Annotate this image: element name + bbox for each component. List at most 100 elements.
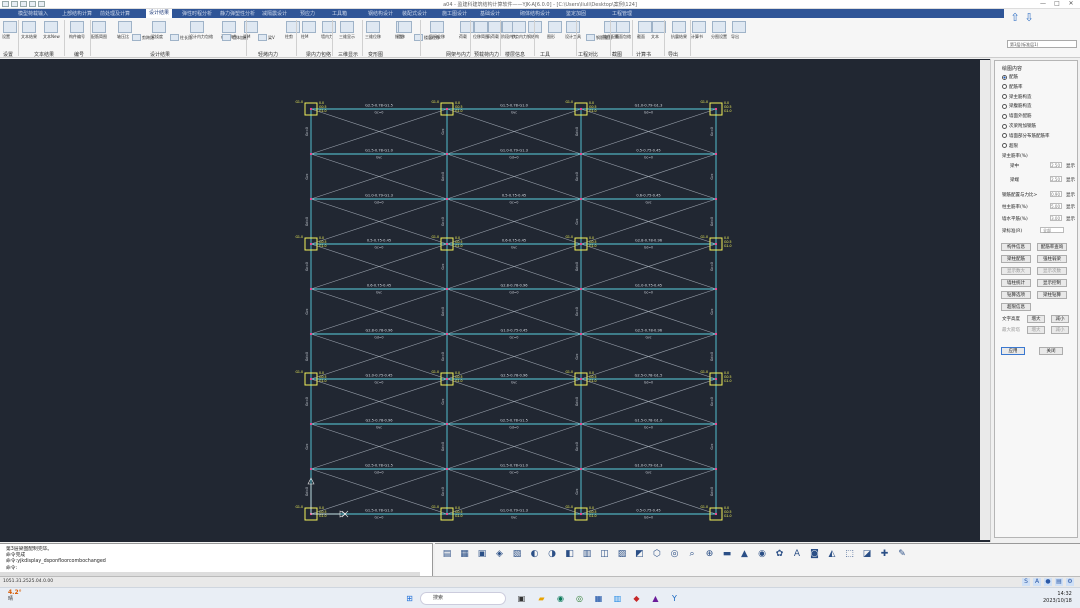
- tab-14[interactable]: 鉴定加固: [566, 10, 586, 17]
- view-tool-17-icon[interactable]: ▲: [739, 548, 751, 560]
- yjk-app-icon[interactable]: Y: [669, 593, 680, 604]
- dim-smaller-button[interactable]: 减小: [1051, 326, 1069, 334]
- ime-icon[interactable]: S: [1022, 578, 1030, 586]
- radio-option-6[interactable]: 墙面部分布筋配筋率: [1002, 133, 1050, 139]
- combo-select[interactable]: 全部: [1040, 227, 1064, 233]
- ribbon-btn-33-icon[interactable]: [616, 21, 630, 33]
- floor-select[interactable]: 第3层(标准层1): [1007, 40, 1077, 48]
- ribbon-btn-37-label[interactable]: 计算书: [691, 34, 703, 39]
- row-value-1[interactable]: 2.50: [1050, 176, 1062, 182]
- ribbon-btn-29-icon[interactable]: [548, 21, 562, 33]
- ribbon-btn-16-icon[interactable]: [322, 21, 336, 33]
- ribbon-btn-14-icon[interactable]: [286, 21, 300, 33]
- ribbon-btn-30-icon[interactable]: [566, 21, 580, 33]
- tab-10[interactable]: 装配式设计: [402, 10, 427, 17]
- view-tool-19-icon[interactable]: ✿: [774, 548, 786, 560]
- ribbon-btn-13-label[interactable]: 梁V: [268, 35, 275, 40]
- ribbon-btn-27-icon[interactable]: [512, 21, 526, 33]
- radio-circle-icon[interactable]: [1002, 94, 1007, 100]
- view-tool-11-icon[interactable]: ◩: [634, 548, 646, 560]
- minimize-button[interactable]: —: [1036, 0, 1050, 8]
- mic-icon[interactable]: ●: [1044, 578, 1052, 586]
- radio-circle-icon[interactable]: [1002, 84, 1007, 90]
- chrome-icon[interactable]: ◎: [574, 593, 585, 604]
- ribbon-btn-6-icon[interactable]: [132, 34, 141, 41]
- radio-option-5[interactable]: 次梁附加钢筋: [1002, 123, 1036, 129]
- row-check-2[interactable]: 显示: [1066, 192, 1075, 198]
- view-tool-20-icon[interactable]: A: [791, 548, 803, 560]
- close-panel-button[interactable]: 关闭: [1039, 347, 1063, 355]
- apply-button[interactable]: 应用: [1001, 347, 1025, 355]
- panel-button-5[interactable]: 显示次数: [1037, 267, 1067, 275]
- row-check-3[interactable]: 显示: [1066, 204, 1075, 210]
- ribbon-btn-5-icon[interactable]: [118, 21, 132, 33]
- ribbon-btn-9-label[interactable]: 设计内力包络: [189, 34, 213, 39]
- ribbon-btn-4-icon[interactable]: [92, 21, 106, 33]
- tab-15[interactable]: 工程管理: [612, 10, 632, 17]
- panel-button-2[interactable]: 梁柱配筋: [1001, 255, 1031, 263]
- ribbon-btn-28-icon[interactable]: [528, 21, 542, 33]
- floor-up-arrow-icon[interactable]: ⇧: [1010, 12, 1020, 23]
- view-tool-13-icon[interactable]: ◎: [669, 548, 681, 560]
- radio-option-3[interactable]: 梁腹筋构造: [1002, 103, 1032, 109]
- view-tool-14-icon[interactable]: ⌕: [686, 548, 698, 560]
- tab-5[interactable]: 静力弹塑性分析: [220, 10, 255, 17]
- tab-0[interactable]: 模型荷载输入: [18, 10, 48, 17]
- radio-option-2[interactable]: 梁主筋构造: [1002, 94, 1032, 100]
- tab-13[interactable]: 砌体结构设计: [520, 10, 550, 17]
- app-icon-3[interactable]: ▲: [650, 593, 661, 604]
- ribbon-btn-20-label[interactable]: 位移: [397, 34, 405, 39]
- weather-widget[interactable]: 4.2° 晴: [8, 590, 22, 603]
- view-tool-10-icon[interactable]: ▨: [616, 548, 628, 560]
- view-tool-7-icon[interactable]: ◧: [564, 548, 576, 560]
- ribbon-btn-14-label[interactable]: 柱剪: [285, 34, 293, 39]
- ribbon-btn-17-label[interactable]: 三维显示: [339, 34, 355, 39]
- ribbon-btn-15-icon[interactable]: [302, 21, 316, 33]
- ribbon-btn-0-icon[interactable]: [3, 21, 17, 33]
- panel-button-9[interactable]: 梁柱钻算: [1037, 291, 1067, 299]
- row-check-0[interactable]: 显示: [1066, 163, 1075, 169]
- tab-8[interactable]: 工具箱: [332, 10, 347, 17]
- view-tool-25-icon[interactable]: ✚: [879, 548, 891, 560]
- ribbon-btn-18-label[interactable]: 三维位移: [365, 34, 381, 39]
- ribbon-btn-36-icon[interactable]: [672, 21, 686, 33]
- view-tool-8-icon[interactable]: ▥: [581, 548, 593, 560]
- ribbon-btn-39-icon[interactable]: [732, 21, 746, 33]
- view-tool-16-icon[interactable]: ▬: [721, 548, 733, 560]
- ribbon-btn-34-label[interactable]: 截面: [637, 34, 645, 39]
- lang-icon[interactable]: A: [1033, 578, 1041, 586]
- app-icon-1[interactable]: ▥: [612, 593, 623, 604]
- panel-button-4[interactable]: 显示数大: [1001, 267, 1031, 275]
- view-tool-22-icon[interactable]: ◭: [826, 548, 838, 560]
- ribbon-btn-13-icon[interactable]: [258, 34, 267, 41]
- ribbon-btn-4-label[interactable]: 配筋简图: [91, 34, 107, 39]
- tab-3[interactable]: 设计结果: [146, 9, 173, 18]
- ribbon-btn-8-icon[interactable]: [170, 34, 179, 41]
- tab-4[interactable]: 弹性时程分析: [182, 10, 212, 17]
- ribbon-btn-20-icon[interactable]: [398, 21, 412, 33]
- vertical-scrollbar[interactable]: [980, 60, 990, 540]
- text-bigger-button[interactable]: 增大: [1027, 315, 1045, 323]
- panel-button-0[interactable]: 构件信息: [1001, 243, 1031, 251]
- close-button[interactable]: ✕: [1064, 0, 1078, 8]
- taskbar-search[interactable]: 搜索: [420, 592, 506, 605]
- panel-button-6[interactable]: 墙柱统计: [1001, 279, 1031, 287]
- dim-bigger-button[interactable]: 增大: [1027, 326, 1045, 334]
- ribbon-btn-5-label[interactable]: 轴压比: [117, 34, 129, 39]
- panel-button-1[interactable]: 配筋率查询: [1037, 243, 1067, 251]
- ribbon-btn-25-label[interactable]: 风荷载: [487, 34, 499, 39]
- ribbon-btn-1-icon[interactable]: [22, 21, 36, 33]
- ribbon-btn-0-label[interactable]: 设置: [2, 34, 10, 39]
- view-tool-23-icon[interactable]: ⬚: [844, 548, 856, 560]
- row-value-4[interactable]: 3.00: [1050, 215, 1062, 221]
- ribbon-btn-39-label[interactable]: 导出: [731, 34, 739, 39]
- radio-option-0[interactable]: 配筋: [1002, 74, 1018, 80]
- ribbon-btn-3-label[interactable]: 构件编号: [69, 34, 85, 39]
- view-tool-0-icon[interactable]: ▤: [441, 548, 453, 560]
- ribbon-btn-10-icon[interactable]: [222, 21, 236, 33]
- settings-icon[interactable]: ⚙: [1066, 578, 1074, 586]
- ribbon-btn-21-icon[interactable]: [414, 34, 423, 41]
- app-icon-2[interactable]: ◆: [631, 593, 642, 604]
- ribbon-btn-2-icon[interactable]: [44, 21, 58, 33]
- row-check-1[interactable]: 显示: [1066, 177, 1075, 183]
